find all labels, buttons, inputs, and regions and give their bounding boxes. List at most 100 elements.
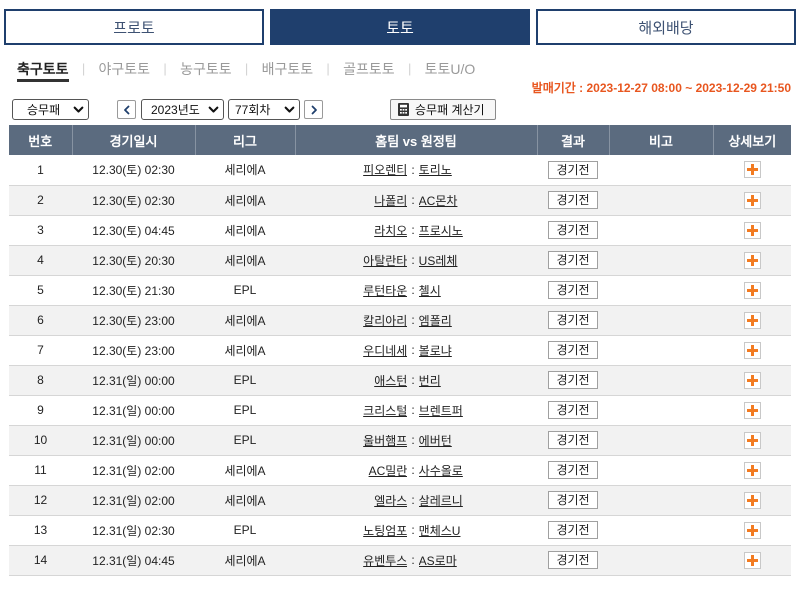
away-team-link[interactable]: 프로시노 bbox=[419, 224, 463, 238]
row-number: 10 bbox=[9, 425, 72, 456]
detail-expand-button[interactable] bbox=[743, 431, 761, 449]
matchup: 애스턴: 번리 bbox=[295, 372, 537, 389]
home-team-link[interactable]: 아탈란타 bbox=[363, 254, 407, 268]
detail-expand-button[interactable] bbox=[743, 341, 761, 359]
home-team-link[interactable]: 나폴리 bbox=[374, 194, 407, 208]
detail-expand-button[interactable] bbox=[743, 251, 761, 269]
away-team-link[interactable]: AS로마 bbox=[419, 554, 457, 568]
away-team-link[interactable]: 살레르니 bbox=[419, 494, 463, 508]
away-team-link[interactable]: AC몬차 bbox=[419, 194, 458, 208]
home-team-link[interactable]: 칼리아리 bbox=[363, 314, 407, 328]
home-team-link[interactable]: 노팅엄포 bbox=[363, 524, 407, 538]
detail-cell bbox=[713, 425, 791, 456]
detail-expand-button[interactable] bbox=[743, 221, 761, 239]
result-cell: 경기전 bbox=[537, 455, 609, 486]
result-badge: 경기전 bbox=[548, 191, 598, 209]
plus-icon bbox=[745, 343, 760, 358]
home-team-link[interactable]: 유벤투스 bbox=[363, 554, 407, 568]
tab-soccer-toto[interactable]: 축구토토 bbox=[17, 59, 69, 82]
prev-round-button[interactable] bbox=[117, 100, 136, 119]
note-cell bbox=[609, 425, 713, 456]
table-row: 9 12.31(일) 00:00 EPL 크리스털: 브렌트퍼 경기전 bbox=[9, 395, 791, 426]
home-team-link[interactable]: 라치오 bbox=[374, 224, 407, 238]
away-team-link[interactable]: 볼로냐 bbox=[419, 344, 452, 358]
home-team-link[interactable]: 엘라스 bbox=[374, 494, 407, 508]
detail-cell bbox=[713, 215, 791, 246]
matchup: 크리스털: 브렌트퍼 bbox=[295, 402, 537, 419]
col-header-number: 번호 bbox=[9, 125, 72, 155]
chevron-right-icon bbox=[311, 105, 317, 114]
detail-expand-button[interactable] bbox=[743, 311, 761, 329]
home-team-link[interactable]: AC밀란 bbox=[369, 464, 408, 478]
tab-overseas-odds[interactable]: 해외배당 bbox=[536, 9, 796, 45]
tab-baseball-toto[interactable]: 야구토토 bbox=[99, 59, 151, 79]
tab-separator: | bbox=[163, 61, 167, 76]
detail-expand-button[interactable] bbox=[743, 191, 761, 209]
away-team: 살레르니 bbox=[419, 492, 531, 509]
calculator-button[interactable]: 승무패 계산기 bbox=[390, 99, 496, 120]
teams-cell: 애스턴: 번리 bbox=[295, 365, 537, 396]
year-select[interactable]: 2023년도 bbox=[141, 99, 224, 120]
tab-proto[interactable]: 프로토 bbox=[4, 9, 264, 45]
detail-expand-button[interactable] bbox=[743, 461, 761, 479]
note-cell bbox=[609, 305, 713, 336]
detail-expand-button[interactable] bbox=[743, 161, 761, 179]
result-cell: 경기전 bbox=[537, 185, 609, 216]
tab-golf-toto[interactable]: 골프토토 bbox=[343, 59, 395, 79]
home-team-link[interactable]: 피오렌티 bbox=[363, 163, 407, 177]
result-cell: 경기전 bbox=[537, 275, 609, 306]
away-team-link[interactable]: 번리 bbox=[419, 374, 441, 388]
matchup: 우디네세: 볼로냐 bbox=[295, 342, 537, 359]
tab-toto[interactable]: 토토 bbox=[270, 9, 530, 45]
detail-expand-button[interactable] bbox=[743, 551, 761, 569]
away-team-link[interactable]: 엠폴리 bbox=[419, 314, 452, 328]
note-cell bbox=[609, 365, 713, 396]
match-datetime: 12.30(토) 23:00 bbox=[72, 305, 195, 336]
away-team: 에버턴 bbox=[419, 432, 531, 449]
away-team-link[interactable]: 에버턴 bbox=[419, 434, 452, 448]
away-team-link[interactable]: 토리노 bbox=[419, 163, 452, 177]
teams-cell: 엘라스: 살레르니 bbox=[295, 485, 537, 516]
detail-expand-button[interactable] bbox=[743, 521, 761, 539]
top-tabs: 프로토 토토 해외배당 bbox=[4, 9, 796, 45]
game-type-select[interactable]: 승무패 bbox=[12, 99, 89, 120]
home-team-link[interactable]: 애스턴 bbox=[374, 374, 407, 388]
result-badge: 경기전 bbox=[548, 401, 598, 419]
away-team-link[interactable]: 사수올로 bbox=[419, 464, 463, 478]
home-team-link[interactable]: 루턴타운 bbox=[363, 284, 407, 298]
table-header: 번호 경기일시 리그 홈팀 vs 원정팀 결과 비고 상세보기 bbox=[9, 125, 791, 155]
away-team-link[interactable]: US레체 bbox=[419, 254, 458, 268]
away-team-link[interactable]: 맨체스U bbox=[419, 524, 461, 538]
match-datetime: 12.31(일) 02:00 bbox=[72, 485, 195, 516]
tab-separator: | bbox=[244, 61, 249, 76]
tab-volleyball-toto[interactable]: 배구토토 bbox=[262, 59, 314, 79]
detail-expand-button[interactable] bbox=[743, 491, 761, 509]
tab-toto-under-over[interactable]: 토토U/O bbox=[425, 59, 476, 79]
table-row: 5 12.30(토) 21:30 EPL 루턴타운: 첼시 경기전 bbox=[9, 275, 791, 306]
year-value: 2023년도 bbox=[151, 103, 200, 117]
home-team-link[interactable]: 울버햄프 bbox=[363, 434, 407, 448]
away-team: 첼시 bbox=[419, 282, 531, 299]
row-number: 3 bbox=[9, 215, 72, 246]
table-row: 7 12.30(토) 23:00 세리에A 우디네세: 볼로냐 경기전 bbox=[9, 335, 791, 366]
match-datetime: 12.30(토) 20:30 bbox=[72, 245, 195, 276]
team-separator: : bbox=[411, 162, 415, 177]
away-team: US레체 bbox=[419, 252, 531, 269]
matchup: 엘라스: 살레르니 bbox=[295, 492, 537, 509]
detail-expand-button[interactable] bbox=[743, 371, 761, 389]
away-team-link[interactable]: 첼시 bbox=[419, 284, 441, 298]
result-cell: 경기전 bbox=[537, 425, 609, 456]
detail-expand-button[interactable] bbox=[743, 281, 761, 299]
result-cell: 경기전 bbox=[537, 485, 609, 516]
home-team-link[interactable]: 우디네세 bbox=[363, 344, 407, 358]
note-cell bbox=[609, 275, 713, 306]
next-round-button[interactable] bbox=[304, 100, 323, 119]
round-select[interactable]: 77회차 bbox=[228, 99, 300, 120]
detail-expand-button[interactable] bbox=[743, 401, 761, 419]
home-team-link[interactable]: 크리스털 bbox=[363, 404, 407, 418]
tab-basketball-toto[interactable]: 농구토토 bbox=[180, 59, 232, 79]
away-team-link[interactable]: 브렌트퍼 bbox=[419, 404, 463, 418]
home-team: 크리스털 bbox=[295, 402, 407, 419]
teams-cell: 우디네세: 볼로냐 bbox=[295, 335, 537, 366]
row-number: 7 bbox=[9, 335, 72, 366]
